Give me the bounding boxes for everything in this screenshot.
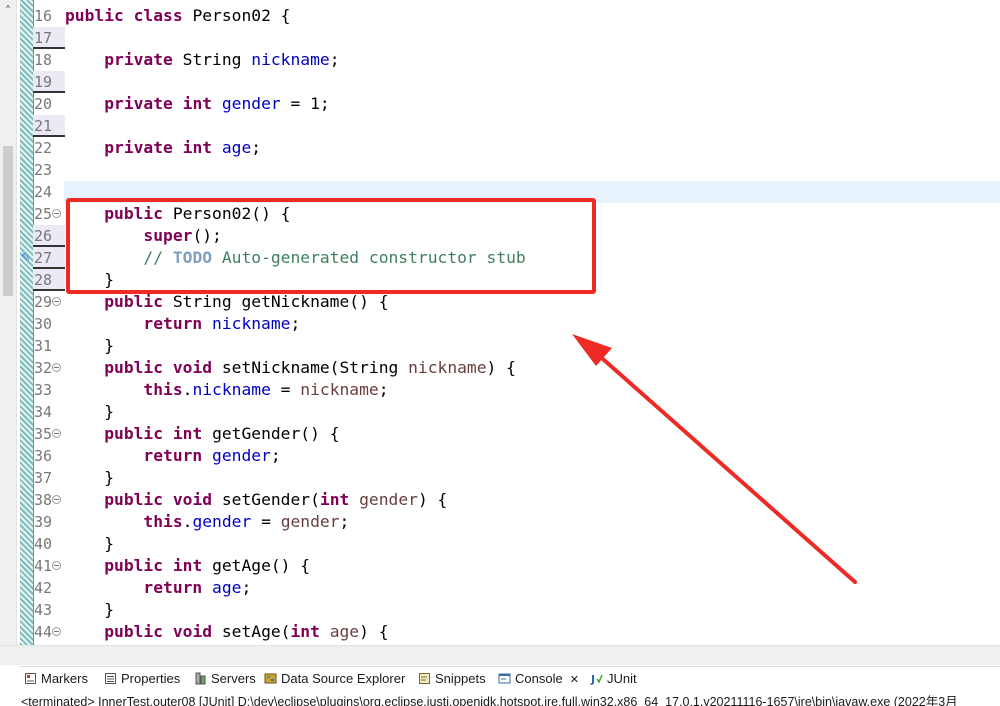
tab-label: Data Source Explorer [281,671,406,686]
tab-properties[interactable]: Properties [104,671,180,689]
annotation-arrow [572,334,857,584]
editor-horizontal-scrollbar[interactable] [0,645,1000,665]
markers-icon [24,671,41,686]
svg-text:J: J [590,673,595,685]
snippets-icon [418,671,435,686]
junit-icon: J [590,671,607,686]
tab-servers[interactable]: Servers [194,671,256,689]
tab-label: Properties [121,671,181,686]
tab-junit[interactable]: J JUnit [590,671,637,689]
console-status-line: <terminated> InnerTest.outer08 [JUnit] D… [0,691,1000,706]
tab-label: JUnit [607,671,637,686]
tab-data-source-explorer[interactable]: Data Source Explorer [264,671,405,689]
properties-icon [104,671,121,686]
tab-label: Markers [41,671,88,686]
console-icon [498,671,515,686]
tab-label: Snippets [435,671,486,686]
tab-console[interactable]: Console ✕ [498,671,579,689]
tab-markers[interactable]: Markers [24,671,88,689]
tab-label: Console [515,671,563,686]
data-source-explorer-icon [264,671,281,686]
tab-snippets[interactable]: Snippets [418,671,486,689]
servers-icon [194,671,211,686]
close-icon[interactable]: ✕ [570,674,579,686]
tab-label: Servers [211,671,256,686]
bottom-panel-tabs: Markers Properties Servers Data Source Expl… [20,666,1000,692]
